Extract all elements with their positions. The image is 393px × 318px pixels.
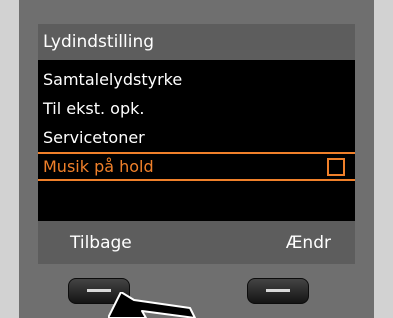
menu-item-label: Samtalelydstyrke	[43, 70, 183, 89]
screen-title: Lydindstilling	[38, 24, 355, 60]
menu-item-til-ekst-opk[interactable]: Til ekst. opk.	[38, 94, 355, 123]
arrow-pointer-icon	[108, 292, 196, 318]
dash-icon	[266, 289, 290, 292]
right-softkey-button[interactable]	[247, 278, 309, 304]
softkey-bar: Tilbage Ændr	[38, 221, 355, 264]
menu-item-servicetoner[interactable]: Servicetoner	[38, 123, 355, 152]
menu-item-samtalelydstyrke[interactable]: Samtalelydstyrke	[38, 65, 355, 94]
menu-item-musik-paa-hold[interactable]: Musik på hold	[38, 152, 355, 181]
phone-display: Lydindstilling Samtalelydstyrke Til ekst…	[38, 24, 355, 264]
menu-item-label: Til ekst. opk.	[43, 99, 145, 118]
softkey-back[interactable]: Tilbage	[70, 233, 132, 253]
softkey-change[interactable]: Ændr	[286, 233, 331, 253]
checkbox-unchecked-icon[interactable]	[327, 158, 345, 176]
menu-item-label: Servicetoner	[43, 128, 145, 147]
menu-item-label: Musik på hold	[43, 157, 154, 176]
